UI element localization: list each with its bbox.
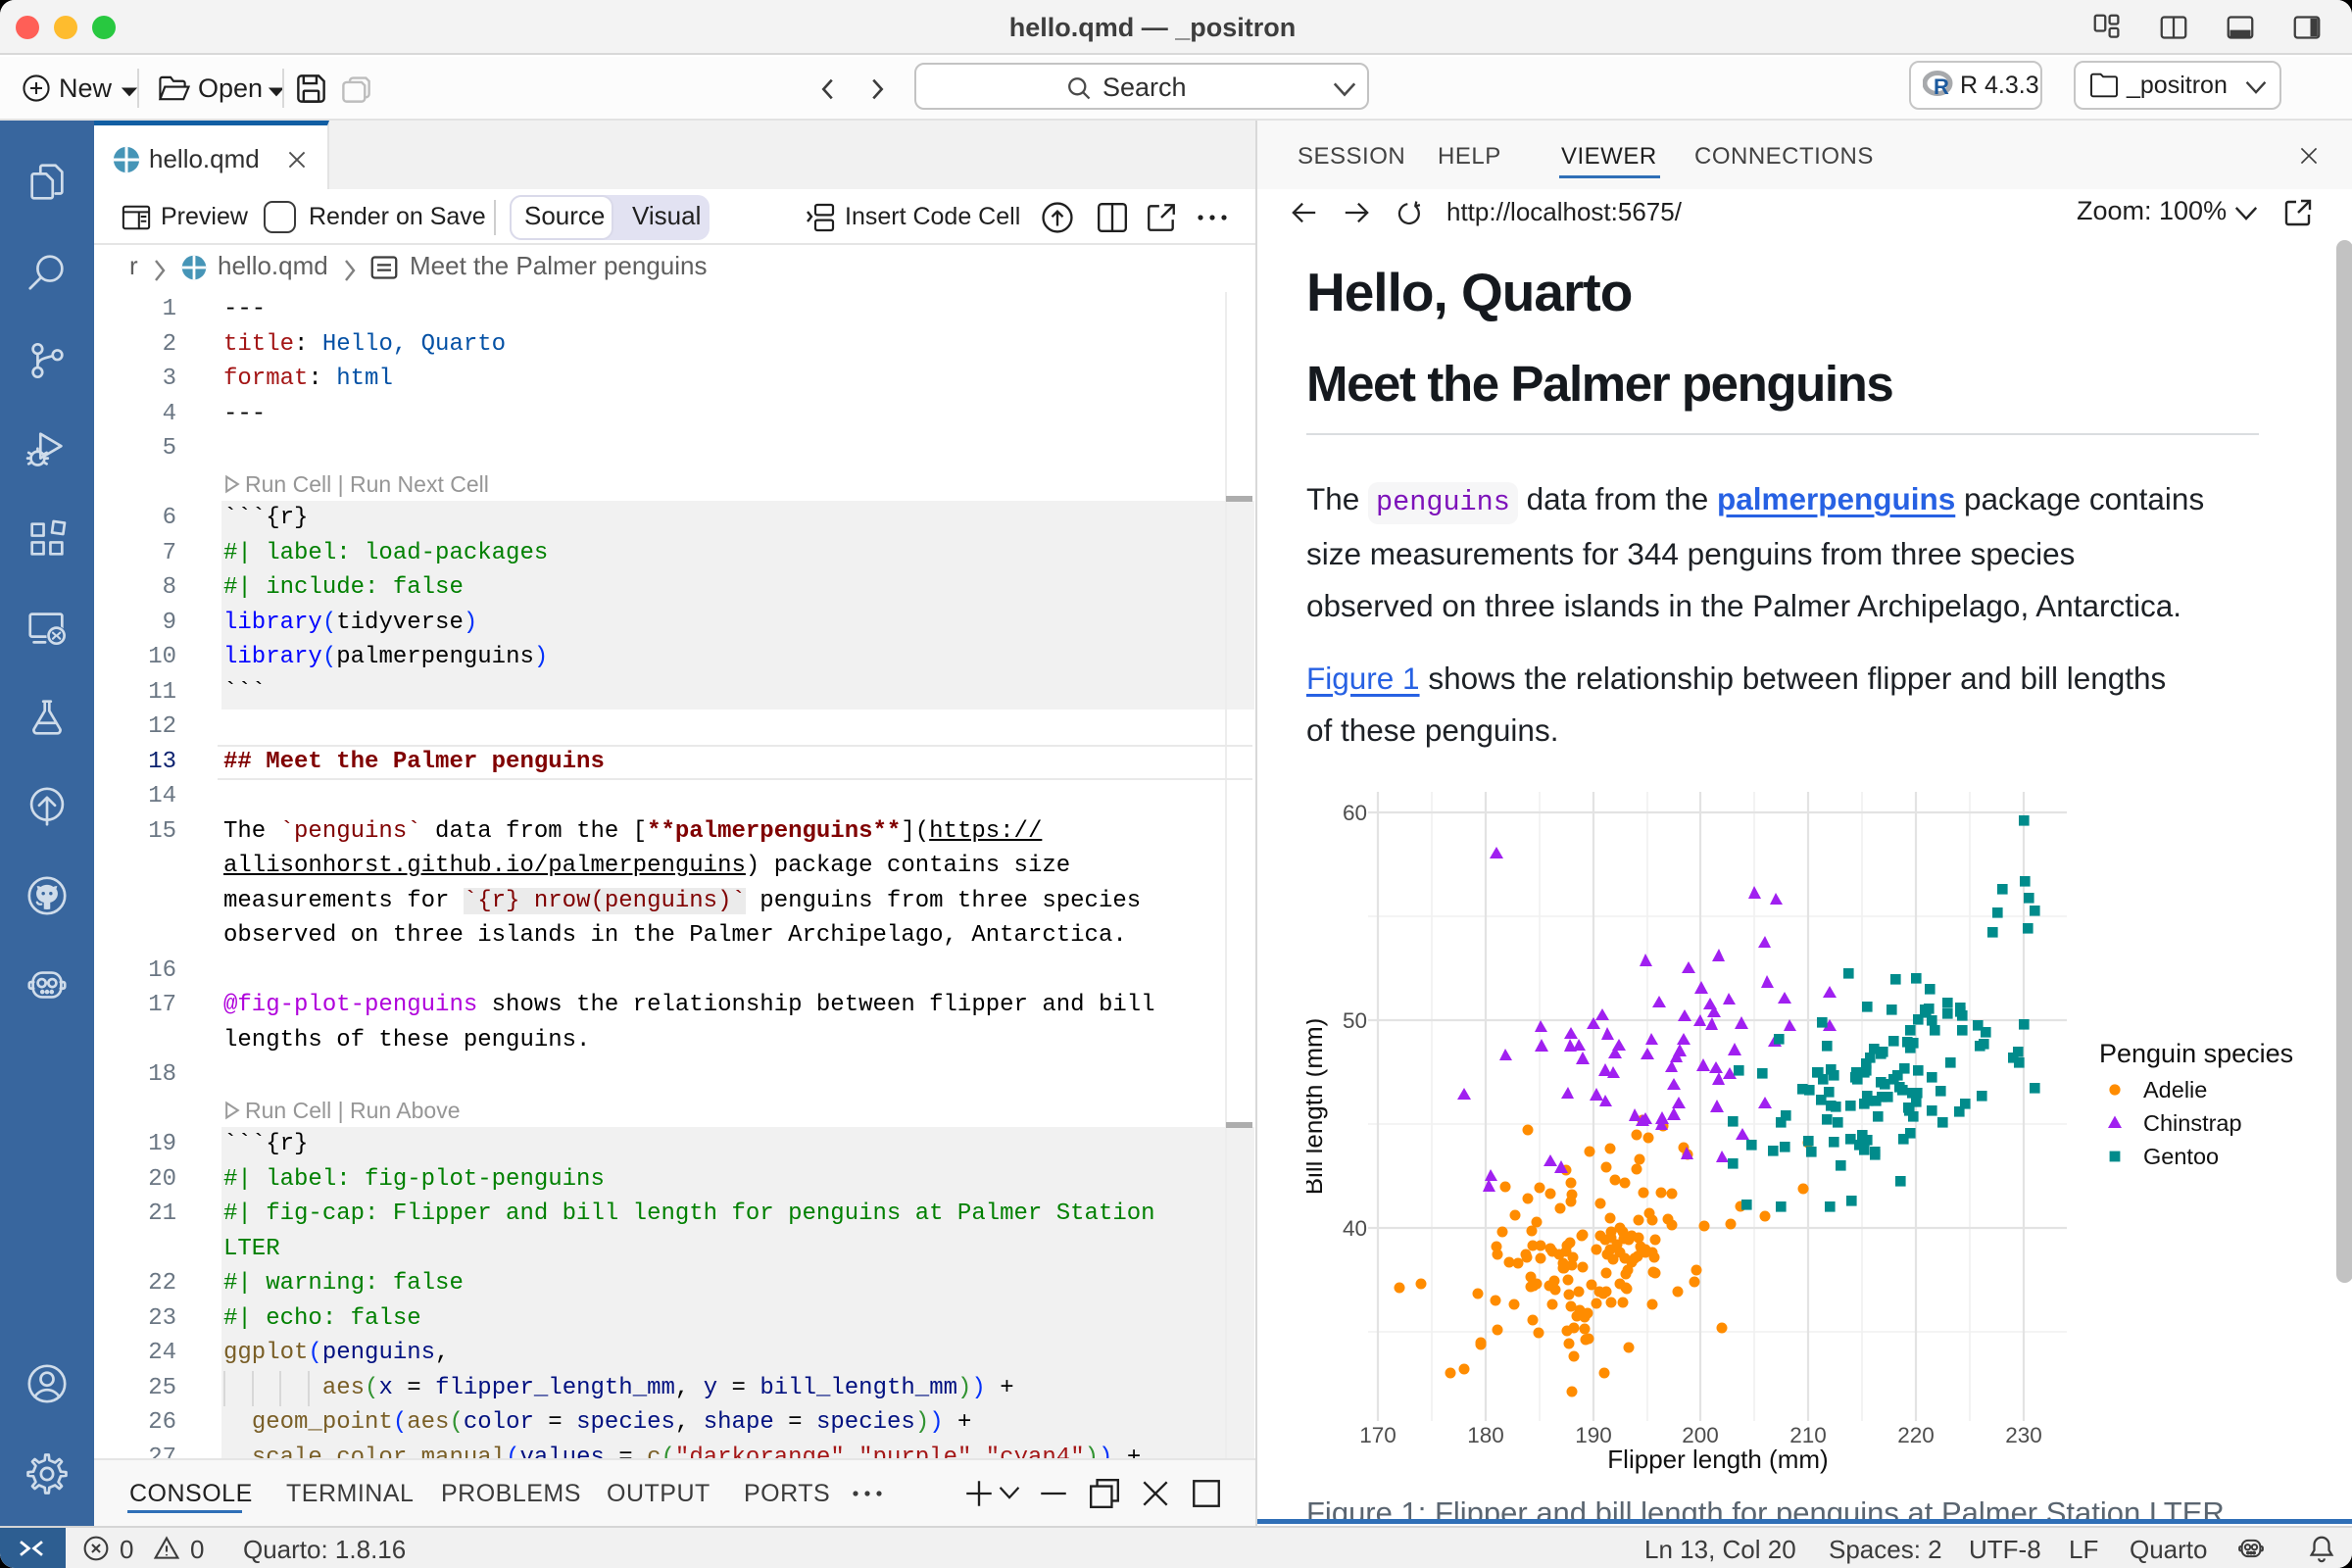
svg-text:40: 40 bbox=[1343, 1216, 1367, 1241]
svg-text:220: 220 bbox=[1897, 1423, 1935, 1447]
svg-text:Adelie: Adelie bbox=[2143, 1077, 2207, 1102]
svg-text:60: 60 bbox=[1343, 801, 1367, 825]
svg-text:Gentoo: Gentoo bbox=[2143, 1144, 2219, 1169]
svg-text:180: 180 bbox=[1467, 1423, 1504, 1447]
svg-text:50: 50 bbox=[1343, 1008, 1367, 1033]
svg-text:170: 170 bbox=[1359, 1423, 1396, 1447]
svg-text:R: R bbox=[1934, 74, 1949, 98]
svg-text:Chinstrap: Chinstrap bbox=[2143, 1110, 2242, 1136]
svg-text:Bill length (mm): Bill length (mm) bbox=[1306, 1018, 1328, 1196]
svg-text:190: 190 bbox=[1575, 1423, 1612, 1447]
svg-text:230: 230 bbox=[2005, 1423, 2042, 1447]
svg-text:Penguin species: Penguin species bbox=[2099, 1039, 2293, 1068]
svg-text:Flipper length (mm): Flipper length (mm) bbox=[1607, 1445, 1828, 1474]
